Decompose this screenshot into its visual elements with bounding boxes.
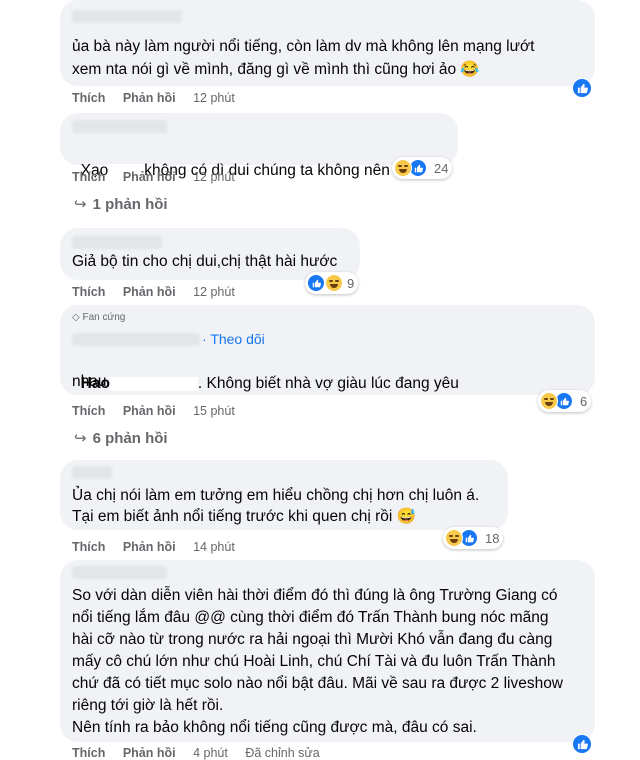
haha-reaction-icon xyxy=(445,529,463,547)
replies-count-label: 6 phản hồi xyxy=(92,430,168,447)
reply-button[interactable]: Phản hồi xyxy=(123,285,176,299)
follow-link[interactable]: · Theo dõi xyxy=(202,331,265,347)
replies-count-label: 1 phản hồi xyxy=(92,196,168,213)
comment-actions: Thích Phản hồi 12 phút xyxy=(72,170,249,184)
reaction-count: 9 xyxy=(347,275,355,291)
reaction-summary[interactable]: 24 xyxy=(392,157,453,179)
comment-text-line: nhau xyxy=(72,373,107,390)
haha-reaction-icon xyxy=(394,159,412,177)
comment-text-line: So với dàn diễn viên hài thời điểm đó th… xyxy=(72,587,558,604)
comment-text-line: mấy cô chú lớn như chú Hoài Linh, chú Ch… xyxy=(72,653,556,670)
haha-reaction-icon xyxy=(540,392,558,410)
redacted-author-name xyxy=(72,466,112,479)
comment-text-line: chứ đã có tiết mục solo nào nổi bật đâu.… xyxy=(72,675,564,692)
view-replies-link[interactable]: ↪ 6 phản hồi xyxy=(74,429,168,447)
top-fan-badge: ◇ Fan cứng xyxy=(72,312,125,323)
redacted-author-name xyxy=(72,10,182,23)
reaction-count: 24 xyxy=(434,160,449,176)
comment-text-line: hài cỡ nào từ trong nước ra hải ngoại th… xyxy=(72,631,553,648)
reaction-count: 18 xyxy=(485,530,500,546)
comment-text-line: riêng tới giờ là hết rồi. xyxy=(72,697,224,714)
like-button[interactable]: Thích xyxy=(72,91,105,105)
comment-text-line: ủa bà này làm người nổi tiếng, còn làm d… xyxy=(72,38,535,55)
reply-button[interactable]: Phản hồi xyxy=(123,91,176,105)
reaction-summary[interactable]: 18 xyxy=(443,527,504,549)
comment-time[interactable]: 12 phút xyxy=(193,91,235,105)
reply-button[interactable]: Phản hồi xyxy=(123,540,176,554)
comment-time[interactable]: 14 phút xyxy=(193,540,235,554)
reaction-summary[interactable]: 6 xyxy=(538,390,592,412)
reply-button[interactable]: Phản hồi xyxy=(123,404,176,418)
diamond-icon: ◇ xyxy=(72,312,80,323)
like-button[interactable]: Thích xyxy=(72,404,105,418)
comment-text-rest: . Không biết nhà vợ giàu lúc đang yêu xyxy=(197,375,459,392)
comment-text: Giả bộ tin cho chị dui,chị thật hài hước xyxy=(72,253,338,270)
comment-actions: Thích Phản hồi 12 phút xyxy=(72,91,249,105)
comment-text-line: Ủa chị nói làm em tưởng em hiểu chồng ch… xyxy=(72,487,480,504)
reply-arrow-icon: ↪ xyxy=(74,430,87,447)
comment-text-line: xem nta nói gì về mình, đăng gì về mình … xyxy=(72,61,480,78)
redacted-text xyxy=(109,376,198,391)
comment-text-line: Hao. Không biết nhà vợ giàu lúc đang yêu xyxy=(72,349,459,395)
reaction-badge[interactable] xyxy=(572,734,592,755)
comment-text-line: nổi tiếng lắm đâu @@ cùng thời điểm đó T… xyxy=(72,609,549,626)
like-button[interactable]: Thích xyxy=(72,170,105,184)
redacted-author-name xyxy=(72,333,200,346)
comment-time[interactable]: 15 phút xyxy=(193,404,235,418)
like-reaction-icon xyxy=(572,734,592,754)
badge-label: Fan cứng xyxy=(82,312,126,323)
like-button[interactable]: Thích xyxy=(72,285,105,299)
redacted-author-name xyxy=(72,120,167,133)
comment-text-line: Nên tính ra bảo không nổi tiếng cũng đượ… xyxy=(72,719,477,736)
like-button[interactable]: Thích xyxy=(72,540,105,554)
follow-label: Theo dõi xyxy=(210,331,265,347)
redacted-author-name xyxy=(72,566,167,579)
view-replies-link[interactable]: ↪ 1 phản hồi xyxy=(74,195,168,213)
comment-text-line: Tại em biết ảnh nổi tiếng trước khi quen… xyxy=(72,508,416,525)
reaction-summary[interactable]: 9 xyxy=(305,272,359,294)
reply-button[interactable]: Phản hồi xyxy=(123,170,176,184)
comment-time[interactable]: 12 phút xyxy=(193,285,235,299)
reply-arrow-icon: ↪ xyxy=(74,196,87,213)
like-reaction-icon xyxy=(307,274,325,292)
like-reaction-icon xyxy=(572,78,592,98)
comment-actions: Thích Phản hồi 14 phút xyxy=(72,540,249,554)
comment-actions: Thích Phản hồi 12 phút xyxy=(72,285,249,299)
comment-time[interactable]: 12 phút xyxy=(193,170,235,184)
reaction-count: 6 xyxy=(580,393,588,409)
haha-reaction-icon xyxy=(325,274,343,292)
comment-actions: Thích Phản hồi 15 phút xyxy=(72,404,249,418)
redacted-author-name xyxy=(72,236,162,249)
reaction-badge[interactable] xyxy=(572,78,592,99)
